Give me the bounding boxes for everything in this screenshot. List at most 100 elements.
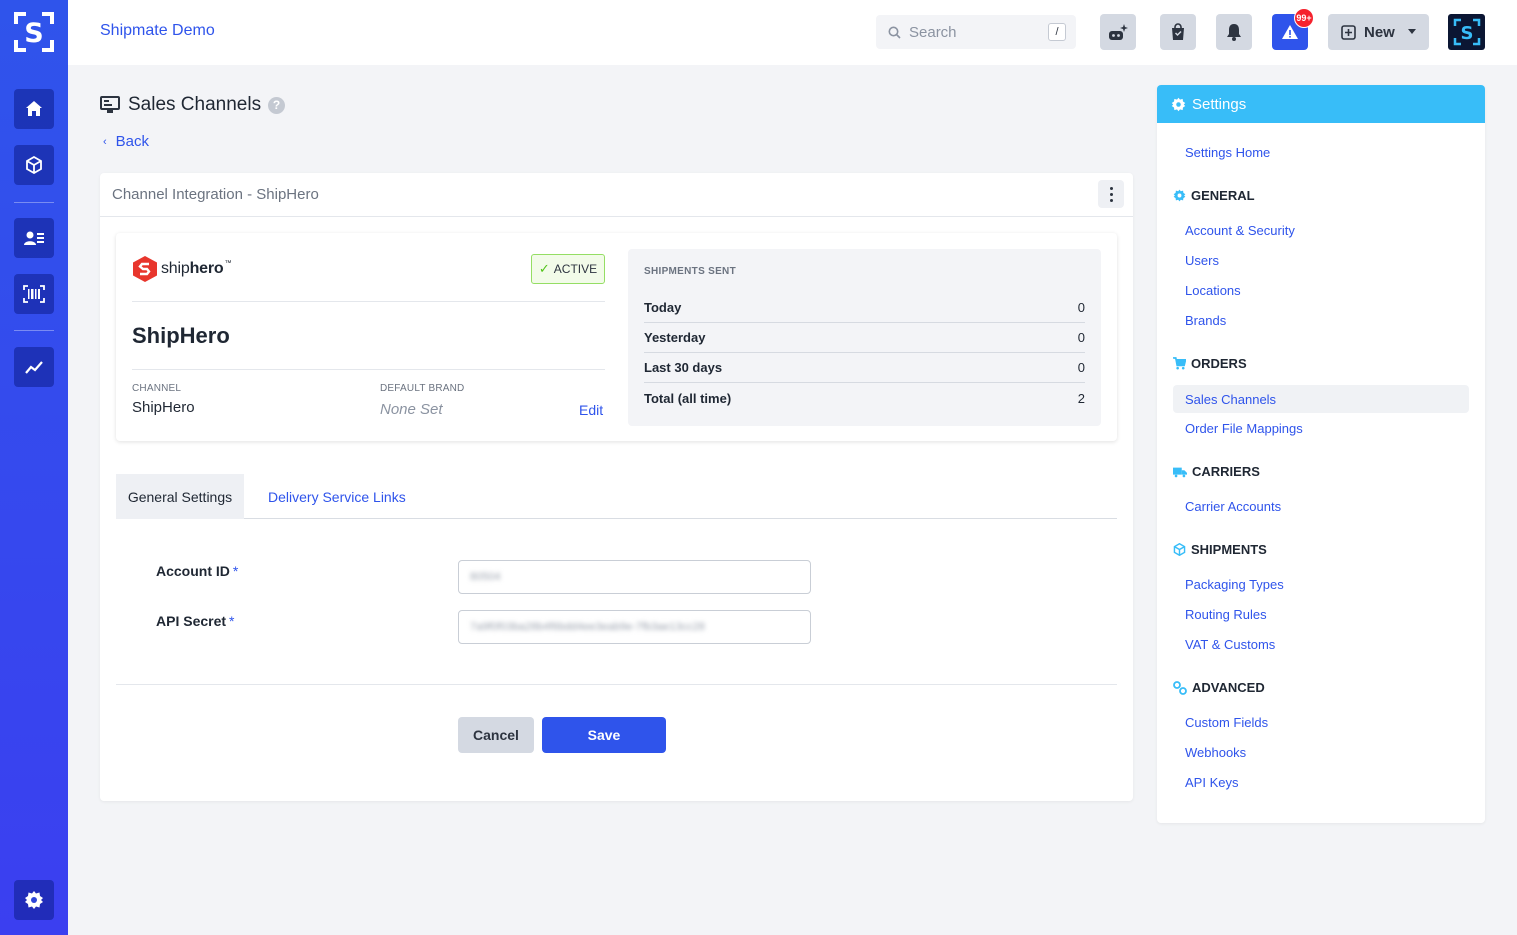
chevron-down-icon xyxy=(1408,29,1416,34)
status-badge: ✓ ACTIVE xyxy=(531,254,605,284)
section-orders: ORDERS xyxy=(1173,356,1247,371)
gears-icon xyxy=(1173,680,1187,695)
shipmate-logo-icon[interactable]: S xyxy=(14,12,54,52)
settings-tabs: General Settings Delivery Service Links xyxy=(116,474,1117,519)
divider xyxy=(116,684,1117,685)
required-mark: * xyxy=(229,613,235,629)
stat-value: 2 xyxy=(1077,390,1085,406)
settings-link[interactable]: API Keys xyxy=(1185,775,1238,790)
shiphero-logo: shiphero™ xyxy=(132,255,231,283)
logo-word-ship: ship xyxy=(161,260,190,277)
sidebar: S xyxy=(0,0,68,935)
sidebar-item-contacts[interactable] xyxy=(14,218,54,258)
back-label: Back xyxy=(115,133,150,150)
tab-delivery-service-links[interactable]: Delivery Service Links xyxy=(268,474,406,519)
sidebar-item-settings[interactable] xyxy=(14,880,54,920)
stat-value: 0 xyxy=(1077,360,1085,375)
settings-home-link[interactable]: Settings Home xyxy=(1185,145,1270,160)
settings-link[interactable]: Packaging Types xyxy=(1185,577,1284,592)
search-placeholder: Search xyxy=(909,23,957,41)
settings-link[interactable]: Order File Mappings xyxy=(1185,421,1303,436)
section-title: ADVANCED xyxy=(1192,680,1265,695)
settings-link[interactable]: VAT & Customs xyxy=(1185,637,1275,652)
settings-panel: Settings Settings Home GENERAL Account &… xyxy=(1157,85,1485,823)
barcode-scan-icon xyxy=(23,285,45,303)
settings-link[interactable]: Account & Security xyxy=(1185,223,1295,238)
orders-button[interactable] xyxy=(1160,14,1196,50)
section-advanced: ADVANCED xyxy=(1173,680,1265,695)
stat-label: Yesterday xyxy=(644,330,706,345)
settings-header: Settings xyxy=(1157,85,1485,123)
card-header: Channel Integration - ShipHero xyxy=(100,173,1133,217)
cancel-button[interactable]: Cancel xyxy=(458,717,534,753)
help-icon[interactable]: ? xyxy=(268,96,286,114)
channel-label: CHANNEL xyxy=(132,383,182,394)
stat-label: Total (all time) xyxy=(644,390,732,406)
section-title: CARRIERS xyxy=(1192,464,1260,479)
section-general: GENERAL xyxy=(1173,188,1255,203)
sidebar-item-reports[interactable] xyxy=(14,347,54,387)
api-secret-field[interactable]: 7a9f0f03ba28b4f6bdd4ee3eab9e-7fb3ae13cc2… xyxy=(458,610,811,644)
new-button[interactable]: New xyxy=(1328,14,1429,50)
more-options-button[interactable] xyxy=(1098,180,1124,208)
shopping-bag-icon xyxy=(1172,23,1184,40)
stat-row: Total (all time) 2 xyxy=(644,383,1085,413)
section-title: ORDERS xyxy=(1191,356,1247,371)
settings-link[interactable]: Users xyxy=(1185,253,1219,268)
bell-icon xyxy=(1227,24,1241,41)
settings-link[interactable]: Routing Rules xyxy=(1185,607,1267,622)
tab-general-settings[interactable]: General Settings xyxy=(116,474,244,519)
search-input[interactable]: Search / xyxy=(876,15,1076,49)
settings-link-active[interactable]: Sales Channels xyxy=(1173,385,1469,413)
svg-text:S: S xyxy=(1460,23,1473,44)
save-button[interactable]: Save xyxy=(542,717,666,753)
section-title: GENERAL xyxy=(1191,188,1255,203)
search-icon xyxy=(888,26,901,39)
divider xyxy=(132,301,605,302)
page-title: Sales Channels xyxy=(128,94,262,115)
stat-row: Yesterday 0 xyxy=(644,323,1085,353)
ai-assistant-button[interactable] xyxy=(1100,14,1136,50)
required-mark: * xyxy=(232,563,239,579)
shipmate-avatar-icon: S xyxy=(1453,18,1480,46)
stat-value: 0 xyxy=(1077,330,1085,345)
api-secret-value: 7a9f0f03ba28b4f6bdd4ee3eab9e-7fb3ae13cc2… xyxy=(470,621,705,633)
settings-title: Settings xyxy=(1192,95,1247,113)
stat-label: Last 30 days xyxy=(644,360,723,375)
robot-sparkle-icon xyxy=(1109,24,1128,40)
notifications-button[interactable] xyxy=(1216,14,1252,50)
alerts-button[interactable]: 99+ xyxy=(1272,8,1314,50)
channel-integration-card: Channel Integration - ShipHero shiphero™… xyxy=(100,173,1133,801)
top-bar: Shipmate Demo Search / 99+ New S xyxy=(68,0,1517,65)
shipments-sent-panel: SHIPMENTS SENT Today 0 Yesterday 0 Last … xyxy=(628,249,1101,426)
account-id-field[interactable]: 80504 xyxy=(458,560,811,594)
account-avatar[interactable]: S xyxy=(1448,14,1485,50)
settings-link[interactable]: Brands xyxy=(1185,313,1226,328)
settings-link[interactable]: Custom Fields xyxy=(1185,715,1268,730)
settings-link[interactable]: Locations xyxy=(1185,283,1241,298)
default-brand-label: DEFAULT BRAND xyxy=(380,383,465,394)
sidebar-divider xyxy=(14,202,54,203)
warning-icon xyxy=(1282,25,1298,39)
settings-link[interactable]: Webhooks xyxy=(1185,745,1246,760)
sidebar-item-shipments[interactable] xyxy=(14,145,54,185)
channel-value: ShipHero xyxy=(132,399,195,416)
account-id-label: Account ID * xyxy=(156,563,238,579)
edit-default-brand-link[interactable]: Edit xyxy=(579,402,603,418)
integration-summary: shiphero™ ✓ ACTIVE ShipHero CHANNEL Ship… xyxy=(116,233,1117,441)
gear-icon xyxy=(1173,189,1186,202)
gear-icon xyxy=(1171,97,1186,111)
card-title: Channel Integration - ShipHero xyxy=(112,186,319,203)
stat-label: Today xyxy=(644,300,682,315)
default-brand-value: None Set xyxy=(380,401,443,418)
sidebar-item-home[interactable] xyxy=(14,89,54,129)
sidebar-divider xyxy=(14,330,54,331)
settings-link[interactable]: Carrier Accounts xyxy=(1185,499,1281,514)
sidebar-item-scan[interactable] xyxy=(14,274,54,314)
home-icon xyxy=(26,101,42,116)
contacts-icon xyxy=(24,231,44,245)
box-icon xyxy=(26,156,42,174)
workspace-name[interactable]: Shipmate Demo xyxy=(100,22,215,40)
divider xyxy=(132,369,605,370)
back-link[interactable]: ‹ Back xyxy=(103,133,149,150)
